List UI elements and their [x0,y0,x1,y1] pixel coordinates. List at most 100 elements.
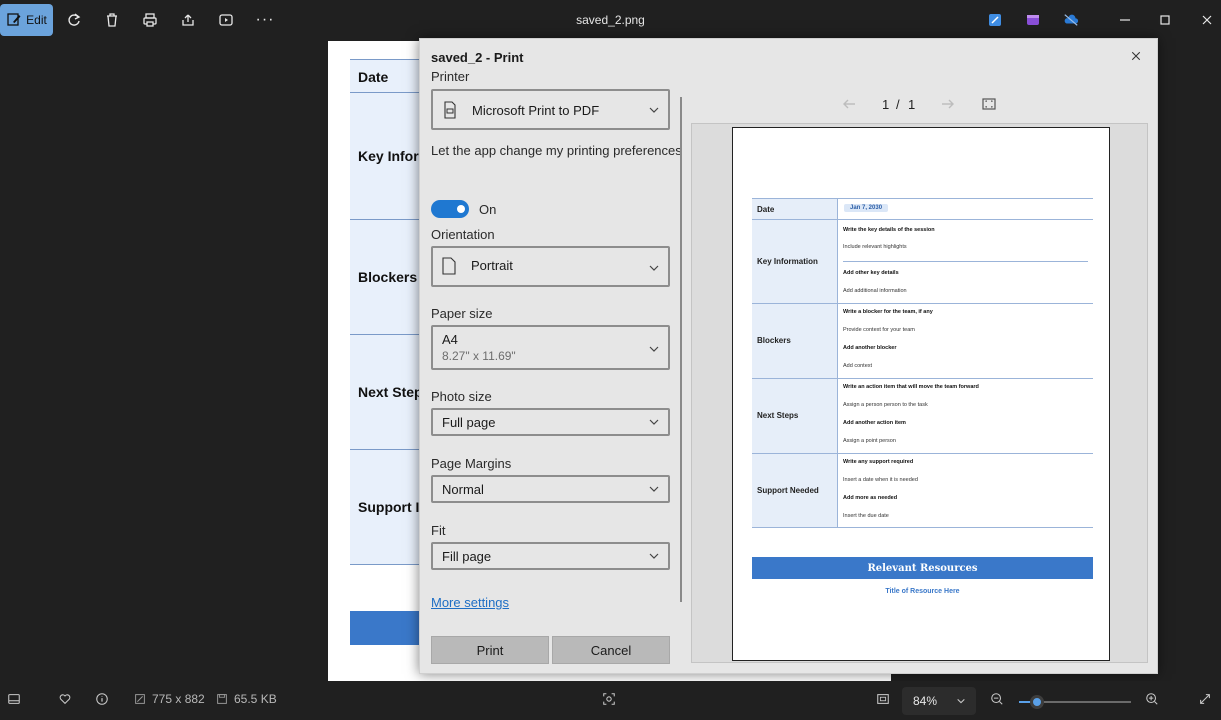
current-page: 1 [882,97,890,112]
clipchamp-icon [1027,15,1039,25]
filmstrip-toggle[interactable] [7,692,21,706]
chevron-down-icon [649,107,659,113]
printer-select[interactable]: Microsoft Print to PDF [431,89,670,130]
preview-line: Assign a person person to the task [843,402,928,408]
preview-line: Include relevant highlights [843,244,907,250]
preview-row-support: Support Needed Write any support require… [752,453,1093,528]
fullscreen-button[interactable] [1198,692,1212,706]
printer-value: Microsoft Print to PDF [472,103,600,118]
orientation-label: Orientation [431,227,495,242]
paper-size-select[interactable]: A4 8.27" x 11.69" [431,325,670,370]
filmstrip-icon [8,694,20,704]
preview-line: Add additional information [843,288,907,294]
chevron-down-icon [649,553,659,559]
page-margins-select[interactable]: Normal [431,475,670,503]
onedrive-offline-icon [1064,14,1079,26]
actual-size-button[interactable] [876,692,890,706]
preview-row-head: Key Information [752,220,838,303]
close-window-button[interactable] [1198,5,1216,35]
onedrive-button[interactable] [1060,5,1082,35]
page-margins-label: Page Margins [431,456,512,471]
file-info-button[interactable] [95,692,109,706]
zoom-slider-thumb[interactable] [1030,695,1044,709]
preview-line: Insert a date when it is needed [843,477,918,483]
visual-search-icon [603,693,615,705]
zoom-value: 84% [913,694,938,708]
orientation-select[interactable]: Portrait [431,246,670,287]
preferences-toggle[interactable] [431,200,469,218]
fit-select[interactable]: Fill page [431,542,670,570]
rotate-icon [68,13,81,26]
more-icon: ··· [255,11,275,28]
file-size: 65.5 KB [215,692,277,706]
chevron-down-icon [649,419,659,425]
rotate-button[interactable] [62,5,86,35]
print-confirm-button[interactable]: Print [431,636,549,664]
slideshow-button[interactable] [214,5,238,35]
preview-label: Support Needed [757,486,819,495]
preview-row-head: Date [752,199,838,219]
preview-label: Blockers [757,336,791,345]
designer-icon [989,14,1001,26]
disk-icon [217,694,227,704]
total-pages: 1 [908,97,916,112]
photo-size-select[interactable]: Full page [431,408,670,436]
fit-value: Fill page [442,549,492,564]
preview-line: Insert the due date [843,513,889,519]
more-settings-link[interactable]: More settings [431,595,509,610]
preview-label: Next Steps [757,411,799,420]
bg-label: Date [358,69,389,85]
zoom-out-icon [991,693,1003,705]
chevron-down-icon [649,486,659,492]
delete-button[interactable] [100,5,124,35]
top-toolbar: Edit ··· saved_2.png [0,0,1221,40]
dialog-close-button[interactable] [1125,45,1147,67]
printer-device-icon [444,101,456,119]
preferences-label: Let the app change my printing preferenc… [431,143,682,158]
maximize-button[interactable] [1156,5,1174,35]
share-icon [182,14,194,26]
edit-icon [7,13,21,26]
bg-label: Blockers [358,269,418,285]
zoom-in-button[interactable] [1145,692,1159,706]
print-preview-area: Date Jan 7, 2030 Key Information Write t… [691,123,1148,663]
printer-label: Printer [431,71,470,84]
designer-app-button[interactable] [985,5,1005,35]
paper-size-value: A4 [442,332,458,347]
preview-label: Date [757,205,775,214]
bg-label: Key Infor [358,148,419,164]
paper-size-dimensions: 8.27" x 11.69" [442,349,516,363]
fullscreen-icon [1200,694,1210,704]
print-button[interactable] [138,5,162,35]
image-dimensions: 775 x 882 [133,692,205,706]
maximize-icon [1160,15,1170,25]
clipchamp-button[interactable] [1023,5,1043,35]
page-margins-value: Normal [442,482,484,497]
share-button[interactable] [176,5,200,35]
photo-size-label: Photo size [431,389,492,404]
chevron-down-icon [957,698,965,704]
portrait-page-icon [442,257,456,275]
photo-size-value: Full page [442,415,496,430]
minimize-button[interactable] [1116,5,1134,35]
minimize-icon [1120,19,1130,21]
zoom-out-button[interactable] [990,692,1004,706]
visual-search-button[interactable] [602,692,616,706]
zoom-dropdown[interactable]: 84% [902,687,976,715]
fit-to-window-icon[interactable] [981,96,997,112]
chevron-down-icon [649,265,659,271]
settings-scrollbar[interactable] [680,97,682,602]
preview-line: Add another blocker [843,345,897,351]
edit-button[interactable]: Edit [0,4,53,36]
close-icon [1202,15,1212,25]
favorite-button[interactable] [58,692,72,706]
cancel-button[interactable]: Cancel [552,636,670,664]
more-options-button[interactable]: ··· [252,5,278,35]
preview-line: Write any support required [843,459,914,465]
next-page-icon[interactable] [940,96,956,112]
file-size-text: 65.5 KB [234,692,277,706]
edit-label: Edit [26,13,47,27]
previous-page-icon[interactable] [841,96,857,112]
slideshow-icon [219,14,233,26]
preview-date-value: Jan 7, 2030 [844,204,889,212]
